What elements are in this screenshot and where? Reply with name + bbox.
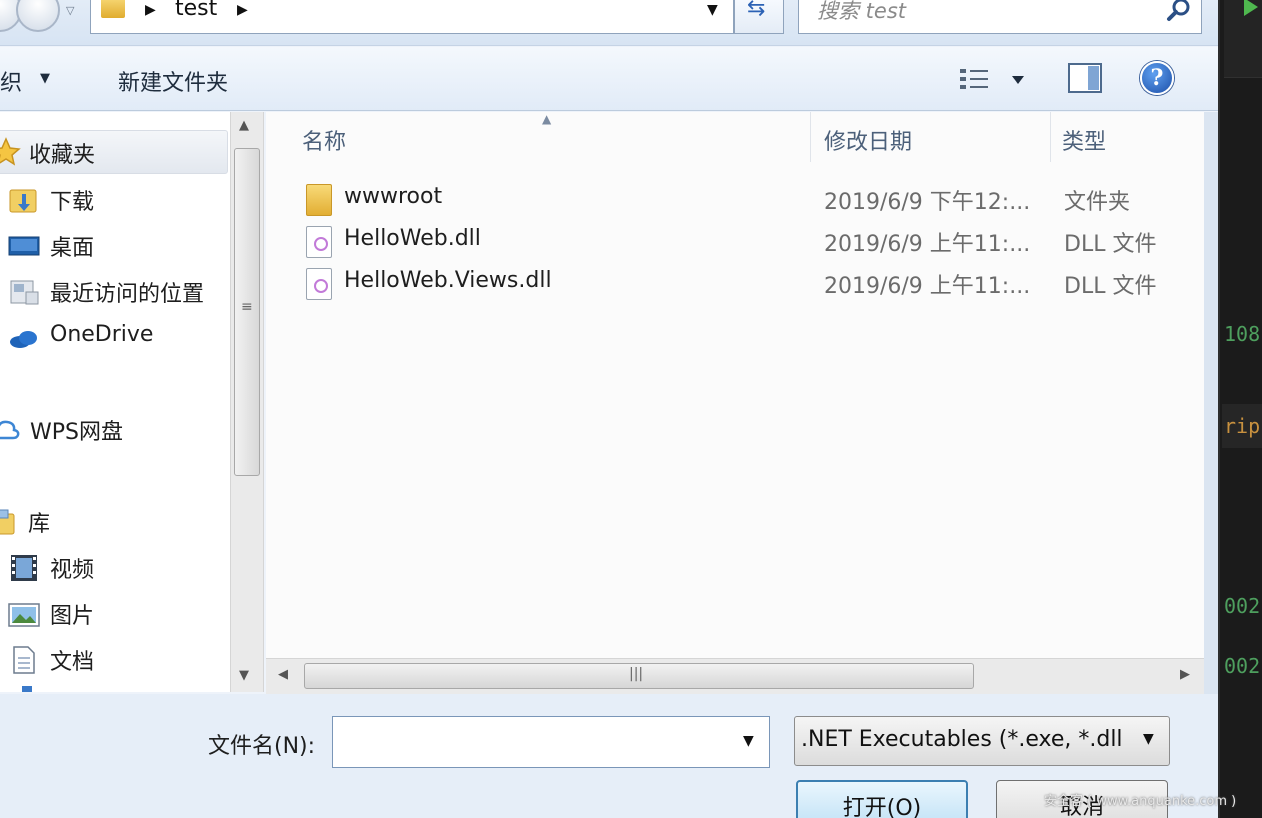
nav-item-label: OneDrive [50,322,154,347]
desktop-icon [8,236,40,256]
library-icon [0,509,15,535]
breadcrumb-segment[interactable]: test [175,0,217,21]
organize-button[interactable]: 组织 [0,65,22,97]
file-list[interactable]: ▲ 名称 修改日期 类型 wwwroot 2019/6/9 下午12:... 文… [266,112,1204,658]
list-right-edge [1204,112,1218,694]
address-dropdown-icon[interactable]: ▼ [707,2,718,18]
editor-toolbar [1224,0,1262,78]
scroll-up-icon[interactable]: ▲ [239,118,249,133]
nav-item-label: 视频 [50,558,95,583]
search-box[interactable] [798,0,1202,34]
video-icon [11,555,37,581]
dialog-footer: 文件名(N): ▼ .NET Executables (*.exe, *.dll… [0,694,1218,818]
column-header-date[interactable]: 修改日期 [824,124,912,156]
chevron-down-icon[interactable]: ▼ [743,733,754,749]
grip-icon: ≡ [241,299,253,315]
nav-item-favorites[interactable]: 收藏夹 [0,130,228,174]
search-input[interactable] [817,0,1137,24]
file-name: HelloWeb.dll [344,226,481,251]
file-type: DLL 文件 [1064,232,1157,257]
column-divider[interactable] [1050,112,1051,162]
scroll-left-icon[interactable]: ◀ [278,667,288,682]
star-icon [0,137,21,166]
wps-cloud-icon [0,420,20,440]
address-row: ▽ ▶ test ▶ ▼ ⇆ [0,0,1218,46]
column-divider[interactable] [810,112,811,162]
history-dropdown-icon[interactable]: ▽ [66,4,74,17]
code-fragment: rip [1224,414,1261,438]
document-icon [13,646,35,674]
nav-item-label: 最近访问的位置 [50,282,205,307]
filename-combobox[interactable]: ▼ [332,716,770,768]
filename-label: 文件名(N): [208,734,316,759]
nav-item-label: 下载 [50,190,95,215]
code-fragment: 002 [1224,654,1261,678]
nav-item-label: 收藏夹 [29,143,96,168]
breadcrumb-arrow-icon[interactable]: ▶ [237,2,248,18]
nav-scrollbar[interactable]: ▲ ≡ ▼ [230,112,264,692]
breadcrumb-arrow-icon[interactable]: ▶ [145,2,156,18]
code-fragment: 108 [1224,322,1261,346]
chevron-down-icon[interactable]: ▼ [40,71,50,86]
chevron-down-icon[interactable]: ▼ [1143,731,1154,747]
onedrive-cloud-icon [10,331,37,348]
folder-icon [101,0,125,18]
hscrollbar-thumb[interactable]: ||| [304,663,974,689]
file-date: 2019/6/9 下午12:... [824,190,1031,215]
file-name: wwwroot [344,184,443,209]
nav-item-label: 桌面 [50,236,95,261]
address-bar[interactable]: ▶ test ▶ ▼ [90,0,734,34]
sort-ascending-icon: ▲ [542,112,552,126]
file-date: 2019/6/9 上午11:... [824,232,1031,257]
file-type: DLL 文件 [1064,274,1157,299]
folder-icon [306,184,332,216]
file-row[interactable]: HelloWeb.Views.dll 2019/6/9 上午11:... DLL… [296,264,1196,304]
nav-item-label: 库 [28,512,51,537]
file-type: 文件夹 [1064,190,1131,215]
file-name: HelloWeb.Views.dll [344,268,552,293]
dll-file-icon [306,226,332,258]
music-icon-partial [22,686,32,692]
navigation-pane: 收藏夹 下载 桌面 最近访问的位置 OneDrive WPS网盘 库 视频 图片… [0,112,230,692]
column-header-name[interactable]: 名称 [302,124,346,156]
filename-input[interactable] [341,727,721,757]
grip-icon: ||| [629,666,644,682]
nav-scrollbar-thumb[interactable]: ≡ [234,148,260,476]
change-view-button[interactable] [958,65,1030,95]
dll-file-icon [306,268,332,300]
open-button[interactable]: 打开(O) [796,780,968,818]
file-row[interactable]: HelloWeb.dll 2019/6/9 上午11:... DLL 文件 [296,222,1196,262]
refresh-icon: ⇆ [747,0,766,21]
scroll-right-icon[interactable]: ▶ [1180,667,1190,682]
nav-item-label: WPS网盘 [30,420,123,445]
file-type-filter[interactable]: .NET Executables (*.exe, *.dll ▼ [794,716,1170,766]
nav-item-label: 文档 [50,650,95,675]
open-file-dialog: ▽ ▶ test ▶ ▼ ⇆ 组织 ▼ 新建文件夹 [0,0,1218,818]
picture-icon [8,603,40,627]
search-icon[interactable] [1165,0,1193,24]
preview-pane-icon[interactable] [1068,63,1102,93]
help-icon[interactable]: ? [1140,61,1174,95]
file-list-hscrollbar[interactable]: ◀ ||| ▶ [266,658,1204,694]
nav-item-label: 图片 [50,604,95,629]
column-header-type[interactable]: 类型 [1062,124,1106,156]
view-list-icon [960,69,1024,89]
code-fragment: 002 [1224,594,1261,618]
run-icon[interactable] [1244,0,1258,16]
forward-button[interactable] [16,0,60,32]
watermark: 安全客 ( www.anquanke.com ) [1044,794,1237,809]
scroll-down-icon[interactable]: ▼ [239,668,249,683]
file-date: 2019/6/9 上午11:... [824,274,1031,299]
open-button-label: 打开(O) [842,796,922,818]
refresh-button[interactable]: ⇆ [734,0,784,34]
new-folder-button[interactable]: 新建文件夹 [118,65,228,97]
recent-places-icon [10,280,39,305]
command-bar: 组织 ▼ 新建文件夹 ? [0,47,1218,111]
download-folder-icon [9,189,37,213]
file-type-filter-value: .NET Executables (*.exe, *.dll [801,727,1123,752]
file-row[interactable]: wwwroot 2019/6/9 下午12:... 文件夹 [296,180,1196,220]
background-code-editor: 108 rip 002 002 [1218,0,1262,818]
